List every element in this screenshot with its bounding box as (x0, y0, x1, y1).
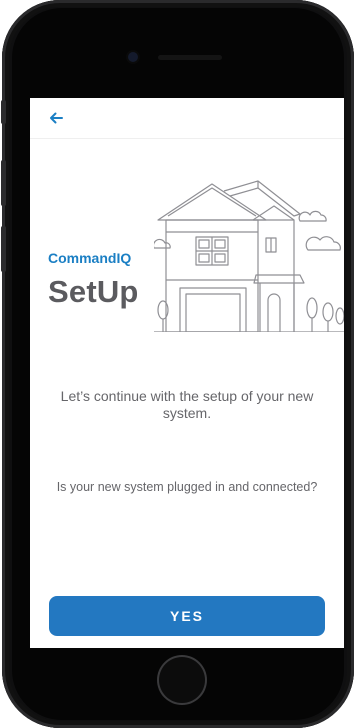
brand-name: CommandIQ (48, 250, 132, 266)
earpiece-speaker (158, 55, 222, 60)
continue-setup-message: Let’s continue with the setup of your ne… (60, 388, 314, 421)
app-screen: CommandIQ SetUp Let’s continue with the … (30, 98, 344, 648)
top-bar (30, 98, 344, 139)
plugged-in-question: Is your new system plugged in and connec… (56, 480, 318, 494)
page-title: SetUp (48, 274, 139, 309)
mute-switch (1, 100, 6, 124)
volume-up-button (1, 160, 6, 206)
home-button[interactable] (159, 657, 205, 703)
volume-down-button (1, 226, 6, 272)
yes-button[interactable]: YES (49, 596, 325, 636)
house-illustration (154, 180, 344, 332)
front-camera (128, 52, 138, 62)
arrow-left-icon[interactable] (48, 110, 64, 126)
